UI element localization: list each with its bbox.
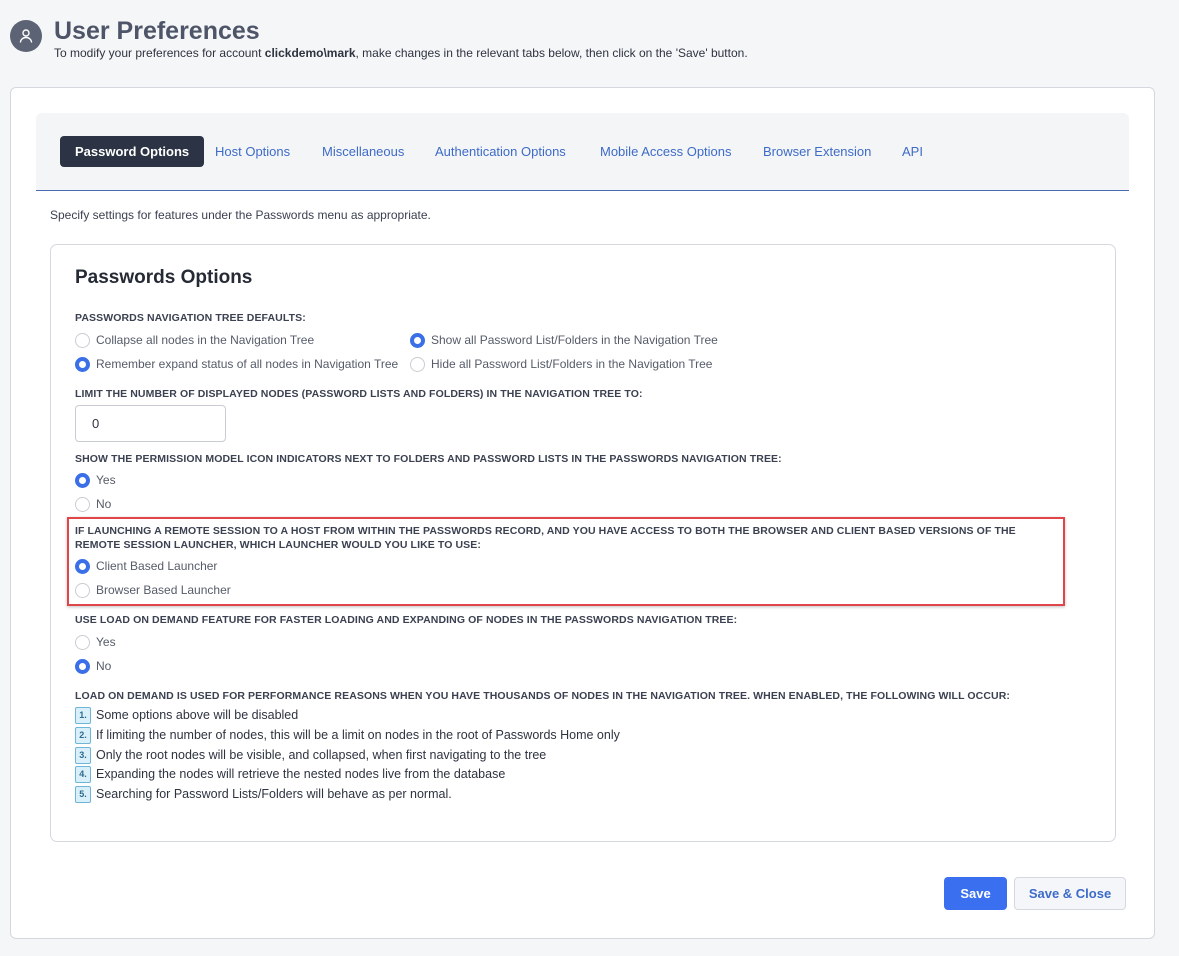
- tab-description: Specify settings for features under the …: [50, 208, 431, 222]
- tab-authentication-options[interactable]: Authentication Options: [435, 136, 566, 167]
- tab-host-options[interactable]: Host Options: [215, 136, 290, 167]
- radio-label: Yes: [96, 635, 116, 649]
- user-avatar-icon: [10, 20, 42, 52]
- limit-nodes-input[interactable]: 0: [75, 405, 226, 442]
- radio-label: Show all Password List/Folders in the Na…: [431, 333, 718, 347]
- list-item: 3. Only the root nodes will be visible, …: [75, 746, 546, 764]
- section-title: Passwords Options: [75, 267, 253, 288]
- list-item-text: Only the root nodes will be visible, and…: [96, 748, 547, 762]
- list-item: 2. If limiting the number of nodes, this…: [75, 726, 620, 744]
- radio-lod-yes[interactable]: Yes: [75, 633, 116, 651]
- lod-info-label: LOAD ON DEMAND IS USED FOR PERFORMANCE R…: [75, 690, 1011, 702]
- list-item: 4. Expanding the nodes will retrieve the…: [75, 765, 505, 783]
- launcher-label-line1: IF LAUNCHING A REMOTE SESSION TO A HOST …: [75, 525, 1016, 537]
- radio-button[interactable]: [410, 356, 425, 372]
- radio-remember-expand[interactable]: Remember expand status of all nodes in N…: [75, 355, 398, 373]
- tab-miscellaneous[interactable]: Miscellaneous: [322, 136, 404, 167]
- radio-button-checked[interactable]: [75, 356, 90, 372]
- page-subtitle: To modify your preferences for account c…: [54, 46, 748, 60]
- radio-label: Yes: [96, 473, 116, 487]
- radio-label: No: [96, 497, 112, 511]
- radio-button-checked[interactable]: [75, 472, 90, 488]
- tab-bar: Password Options Host Options Miscellane…: [36, 113, 1129, 191]
- radio-button[interactable]: [75, 496, 90, 512]
- tab-api[interactable]: API: [902, 136, 923, 167]
- preferences-card: Password Options Host Options Miscellane…: [10, 87, 1155, 939]
- number-badge: 2.: [75, 726, 91, 744]
- radio-label: Hide all Password List/Folders in the Na…: [431, 357, 713, 371]
- radio-button[interactable]: [75, 582, 90, 598]
- radio-label: Collapse all nodes in the Navigation Tre…: [96, 333, 315, 347]
- radio-lod-no[interactable]: No: [75, 657, 111, 675]
- list-item-text: If limiting the number of nodes, this wi…: [96, 728, 620, 742]
- load-on-demand-label: USE LOAD ON DEMAND FEATURE FOR FASTER LO…: [75, 614, 738, 626]
- save-button[interactable]: Save: [944, 877, 1007, 910]
- permission-icons-label: SHOW THE PERMISSION MODEL ICON INDICATOR…: [75, 453, 782, 465]
- limit-label: LIMIT THE NUMBER OF DISPLAYED NODES (PAS…: [75, 388, 643, 400]
- list-item-text: Expanding the nodes will retrieve the ne…: [96, 767, 506, 781]
- passwords-options-section: Passwords Options PASSWORDS NAVIGATION T…: [50, 244, 1116, 842]
- save-close-button[interactable]: Save & Close: [1014, 877, 1126, 910]
- radio-client-launcher[interactable]: Client Based Launcher: [75, 557, 217, 575]
- launcher-label-line2: REMOTE SESSION LAUNCHER, WHICH LAUNCHER …: [75, 539, 481, 551]
- radio-browser-launcher[interactable]: Browser Based Launcher: [75, 581, 231, 599]
- radio-button[interactable]: [75, 634, 90, 650]
- radio-label: Remember expand status of all nodes in N…: [96, 357, 399, 371]
- radio-button-checked[interactable]: [75, 558, 90, 574]
- radio-label: Client Based Launcher: [96, 559, 218, 573]
- radio-button-checked[interactable]: [75, 658, 90, 674]
- account-name: clickdemo\mark: [264, 46, 356, 60]
- radio-collapse-all[interactable]: Collapse all nodes in the Navigation Tre…: [75, 331, 314, 349]
- tab-password-options[interactable]: Password Options: [60, 136, 205, 167]
- page-header: User Preferences To modify your preferen…: [10, 16, 1160, 66]
- tab-browser-extension[interactable]: Browser Extension: [763, 136, 871, 167]
- radio-permission-yes[interactable]: Yes: [75, 471, 116, 489]
- radio-button[interactable]: [75, 332, 90, 348]
- radio-button-checked[interactable]: [410, 332, 425, 348]
- list-item-text: Some options above will be disabled: [96, 708, 299, 722]
- list-item-text: Searching for Password Lists/Folders wil…: [96, 787, 452, 801]
- radio-label: No: [96, 659, 112, 673]
- tab-mobile-access-options[interactable]: Mobile Access Options: [600, 136, 732, 167]
- radio-hide-all[interactable]: Hide all Password List/Folders in the Na…: [410, 355, 712, 373]
- nav-defaults-label: PASSWORDS NAVIGATION TREE DEFAULTS:: [75, 312, 306, 324]
- number-badge: 5.: [75, 785, 91, 803]
- radio-permission-no[interactable]: No: [75, 495, 111, 513]
- list-item: 1. Some options above will be disabled: [75, 706, 298, 724]
- radio-label: Browser Based Launcher: [96, 583, 231, 597]
- number-badge: 1.: [75, 706, 91, 724]
- number-badge: 3.: [75, 746, 91, 764]
- radio-show-all[interactable]: Show all Password List/Folders in the Na…: [410, 331, 718, 349]
- number-badge: 4.: [75, 765, 91, 783]
- page-title: User Preferences: [54, 17, 260, 45]
- list-item: 5. Searching for Password Lists/Folders …: [75, 785, 452, 803]
